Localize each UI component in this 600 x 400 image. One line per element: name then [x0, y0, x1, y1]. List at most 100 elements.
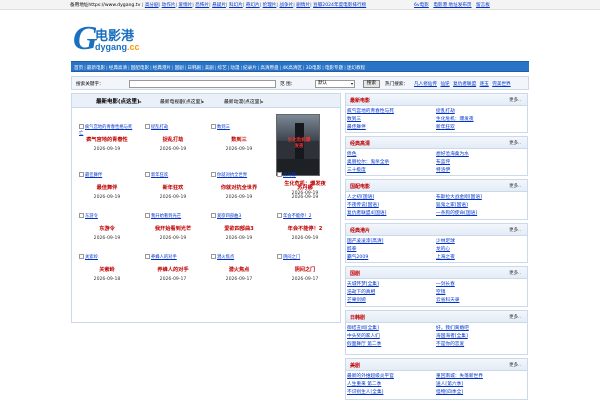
section-item[interactable]: 三十极度: [347, 167, 366, 173]
movie-card[interactable]: 数到三 数到三 2026-09-19: [206, 124, 272, 152]
section-item[interactable]: 人之初[国语]: [347, 194, 374, 200]
section-title[interactable]: 经典高清: [350, 140, 370, 147]
movie-title[interactable]: 我开始看到光芒: [140, 225, 206, 232]
section-item[interactable]: 云省科天录: [436, 297, 459, 303]
nav-item[interactable]: 美剧: [205, 66, 214, 71]
section-item[interactable]: 布蓝坪: [436, 159, 450, 165]
section-item[interactable]: 霸气2009: [347, 254, 368, 260]
more-link[interactable]: 更多..: [509, 140, 521, 146]
section-item[interactable]: 怪物[四季全]: [436, 389, 463, 395]
more-link[interactable]: 更多..: [509, 270, 521, 276]
movie-card[interactable]: 关索岭 关索岭 2026-09-18: [74, 254, 140, 282]
movie-card[interactable]: 新年狂欢 新年狂欢 2026-09-19: [140, 172, 206, 200]
section-item[interactable]: 不夜传说[国语]: [347, 202, 379, 208]
thumbnail[interactable]: 养蜂人的对手: [145, 254, 201, 264]
section-item[interactable]: 最佳舞伴: [347, 124, 366, 130]
nav-item[interactable]: 3D电影: [306, 66, 322, 71]
section-item[interactable]: 上海之夜: [436, 254, 455, 260]
section-item[interactable]: 特洛伊: [436, 167, 450, 173]
section-title[interactable]: 经典港片: [350, 227, 370, 234]
section-item[interactable]: 送人[第六季]: [436, 381, 463, 387]
section-item[interactable]: 天城怀梦[全集]: [347, 281, 379, 287]
thumbnail[interactable]: 疯气宫地的青春性格与死亡: [79, 124, 135, 136]
section-title[interactable]: 国配电影: [350, 183, 370, 190]
section-title[interactable]: 美剧: [350, 362, 360, 369]
site-logo[interactable]: G 电影港 dygang.cc: [73, 22, 163, 56]
movie-title[interactable]: 年会不能停！2: [272, 225, 338, 232]
movie-title[interactable]: 你就对抗全世界: [206, 184, 272, 191]
nav-item[interactable]: 高清原盘: [260, 66, 278, 71]
thumbnail[interactable]: 捉乱打劫: [145, 124, 201, 134]
movie-title[interactable]: 捉乱打劫: [140, 136, 206, 143]
movie-card[interactable]: 疯气宫地的青春性格与死亡 疯气宫地的青春性 2026-09-19: [74, 124, 140, 152]
search-button[interactable]: 搜索: [363, 80, 380, 88]
section-item[interactable]: 新年狂欢: [436, 124, 455, 130]
section-item[interactable]: 御结丑闻[全集]: [347, 325, 379, 331]
section-item[interactable]: 债色: [347, 151, 356, 157]
section-title[interactable]: 最新电影: [350, 97, 370, 104]
top-link-3[interactable]: 恐怖片: [195, 3, 209, 8]
section-item[interactable]: 不识别生人[全集]: [347, 389, 383, 395]
thumbnail[interactable]: 我开始看到光芒: [145, 213, 201, 223]
section-item[interactable]: 一条狗的使命[国语]: [436, 210, 477, 216]
nav-item[interactable]: 电影专题: [325, 66, 343, 71]
section-item[interactable]: 假面舞厅 第二季: [347, 341, 381, 347]
section-item[interactable]: 海国海者[全集]: [436, 333, 468, 339]
section-item[interactable]: 奥丽拉尔：鬼杀全杀: [347, 159, 389, 165]
thumbnail[interactable]: 新年狂欢: [145, 172, 201, 182]
movie-card[interactable]: 捉乱打劫 捉乱打劫 2026-09-19: [140, 124, 206, 152]
section-item[interactable]: 少林足球: [436, 238, 455, 244]
section-item[interactable]: 疯气宫地的青春性与死: [347, 108, 394, 114]
tab-latest-anime[interactable]: 最新动漫(点这里)▸: [224, 98, 263, 105]
thumbnail[interactable]: 关索岭: [79, 254, 135, 264]
movie-card[interactable]: 你就对抗全世界 你就对抗全世界 2026-09-19: [206, 172, 272, 200]
featured-poster[interactable]: 生化危机爆发夜: [276, 114, 320, 176]
top-link-6[interactable]: 奇幻片: [246, 3, 260, 8]
more-link[interactable]: 更多..: [509, 97, 521, 103]
section-item[interactable]: 空镜: [436, 289, 445, 295]
top-link-2[interactable]: 爱情片: [178, 3, 192, 8]
section-item[interactable]: 数到三: [347, 116, 361, 122]
section-item[interactable]: 人生重来 第二季: [347, 381, 381, 387]
section-item[interactable]: 中头奖的家人们: [347, 333, 380, 339]
movie-title[interactable]: 新年狂欢: [140, 184, 206, 191]
hot-search-item[interactable]: 复仇者联盟: [453, 82, 476, 87]
top-link-4[interactable]: 悬疑片: [212, 3, 226, 8]
search-input[interactable]: [129, 80, 276, 88]
nav-item[interactable]: 经典高清: [109, 66, 127, 71]
top-link-8[interactable]: 战争片: [279, 3, 293, 8]
hot-search-item[interactable]: 仙逆: [440, 82, 449, 87]
section-item[interactable]: 醉拳: [347, 246, 356, 252]
section-item[interactable]: 布斯拉大战金刚[国语]: [436, 194, 482, 200]
top-link-1[interactable]: 动作片: [162, 3, 176, 8]
top-link-10[interactable]: 豆瓣2024年度电影排行榜: [313, 3, 366, 8]
movie-title[interactable]: 阴间之门: [272, 266, 338, 273]
section-item[interactable]: 不是你的恋爱: [436, 341, 464, 347]
section-item[interactable]: 生化危机：爆发夜: [436, 116, 474, 122]
tab-latest-tv[interactable]: 最新电视剧(点这里)▸: [160, 98, 204, 105]
movie-card[interactable]: 我开始看到光芒 我开始看到光芒 2026-09-19: [140, 213, 206, 241]
movie-card[interactable]: 潜火焦点 潜火焦点 2026-09-17: [206, 254, 272, 282]
movie-card[interactable]: 阴间之门 阴间之门 2026-09-17: [272, 254, 338, 282]
top-link-5[interactable]: 科幻片: [229, 3, 243, 8]
section-title[interactable]: 国剧: [350, 270, 360, 277]
movie-title[interactable]: 关索岭: [74, 266, 140, 273]
hot-search-item[interactable]: 逐玉: [480, 82, 489, 87]
section-item[interactable]: 好，我们离婚吧: [436, 325, 469, 331]
hot-search-item[interactable]: 完美世界: [492, 82, 510, 87]
nav-item[interactable]: 综艺: [217, 66, 226, 71]
nav-item[interactable]: 最新电影: [87, 66, 105, 71]
hot-search-item[interactable]: 凡人修仙传: [414, 82, 437, 87]
thumbnail[interactable]: 最佳舞伴: [79, 172, 135, 182]
section-item[interactable]: 猛鬼之家[国语]: [436, 202, 468, 208]
nav-item[interactable]: 国配电影: [131, 66, 149, 71]
link-publish-page[interactable]: 电影港 地址发布页: [433, 3, 471, 8]
section-item[interactable]: 复仇者联盟4[国语]: [347, 210, 386, 216]
nav-item[interactable]: 国剧: [175, 66, 184, 71]
nav-item[interactable]: 4K高清区: [282, 66, 302, 71]
link-guestbook[interactable]: 留言板: [476, 3, 490, 8]
movie-title[interactable]: 东游令: [74, 225, 140, 232]
top-link-7[interactable]: 伦理片: [263, 3, 277, 8]
more-link[interactable]: 更多..: [509, 227, 521, 233]
section-item[interactable]: 浩劫下的真相: [347, 289, 375, 295]
